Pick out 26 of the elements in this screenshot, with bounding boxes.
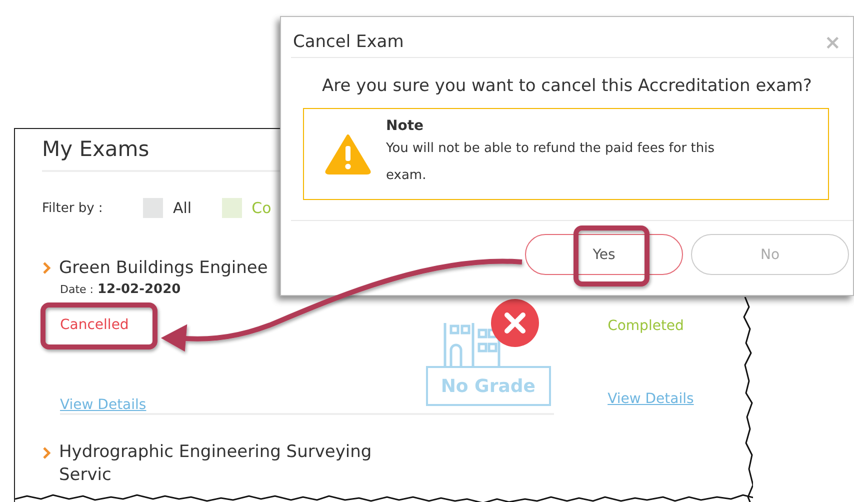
- grade-badge: No Grade: [426, 366, 551, 406]
- note-text: You will not be able to refund the paid fees for this exam.: [386, 140, 716, 185]
- page-title: My Exams: [42, 137, 150, 161]
- close-button[interactable]: ×: [824, 30, 841, 54]
- filter-label: Filter by :: [42, 200, 104, 216]
- close-circle-icon: [490, 298, 540, 348]
- exam-title[interactable]: Green Buildings Enginee: [59, 258, 268, 278]
- filter-checkbox[interactable]: [222, 198, 242, 218]
- exam-status: Cancelled: [60, 317, 129, 333]
- filter-option-label[interactable]: Co: [252, 199, 272, 217]
- warning-icon: [324, 133, 372, 175]
- dialog-button[interactable]: Yes: [525, 234, 683, 275]
- filter-option-label[interactable]: All: [173, 199, 192, 217]
- exam-date: 12-02-2020: [98, 282, 181, 297]
- exam-title[interactable]: Hydrographic Engineering Surveying Servic: [59, 441, 419, 487]
- date-label: Date :: [60, 283, 94, 296]
- exam-status: Completed: [608, 318, 684, 334]
- chevron-icon[interactable]: [42, 447, 52, 459]
- note-heading: Note: [386, 117, 425, 135]
- confirm-question: Are you sure you want to cancel this Accreditation exam?: [321, 76, 813, 96]
- view-details-link[interactable]: View Details: [608, 391, 694, 407]
- dialog-title: Cancel Exam: [293, 32, 404, 52]
- view-details-link[interactable]: View Details: [60, 397, 146, 413]
- filter-checkbox[interactable]: [143, 198, 163, 218]
- chevron-icon[interactable]: [42, 262, 52, 274]
- dialog-button[interactable]: No: [691, 234, 849, 275]
